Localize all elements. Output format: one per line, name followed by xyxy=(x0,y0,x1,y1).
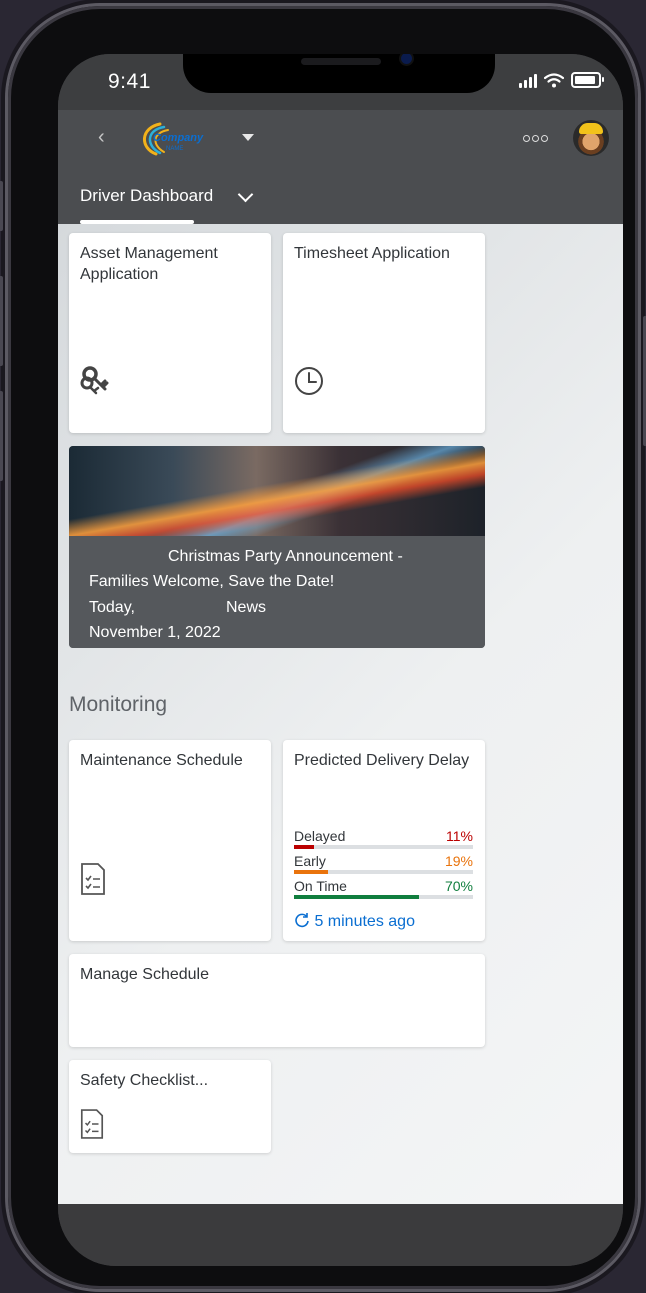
refresh-text: 5 minutes ago xyxy=(314,913,415,930)
volume-up-button xyxy=(0,276,3,366)
news-headline-line2: Families Welcome, Save the Date! xyxy=(89,573,335,590)
speaker-grille xyxy=(301,58,381,65)
news-day: Today, xyxy=(89,599,135,616)
checklist-icon xyxy=(80,1109,104,1139)
kpi-value: 70% xyxy=(444,878,473,894)
tile-title: Predicted Delivery Delay xyxy=(294,752,470,769)
tile-predicted-delivery-delay[interactable]: Predicted Delivery Delay Delayed 11% Ear… xyxy=(283,740,485,941)
kpi-label: Delayed xyxy=(294,828,346,844)
volume-down-button xyxy=(0,391,3,481)
tile-title: Maintenance Schedule xyxy=(80,752,243,769)
shell-bar: ‹ Company NAME xyxy=(58,110,623,166)
mute-switch xyxy=(0,181,3,231)
page-title[interactable]: Driver Dashboard xyxy=(80,186,213,206)
kpi-track xyxy=(294,870,473,874)
tile-timesheet[interactable]: Timesheet Application xyxy=(283,233,485,433)
logo-subtext: NAME xyxy=(166,146,184,152)
kpi-value: 19% xyxy=(444,853,473,869)
tile-container: Asset Management Application Timesheet A… xyxy=(58,224,623,1204)
status-time: 9:41 xyxy=(108,70,151,93)
caret-down-icon[interactable] xyxy=(242,134,254,141)
phone-screen: 9:41 ‹ Company NAME Driver Dashboard Ass… xyxy=(58,54,623,1266)
news-image xyxy=(69,446,485,536)
tile-title: Asset Management Application xyxy=(80,245,218,283)
kpi-value: 11% xyxy=(446,828,473,844)
front-camera xyxy=(401,54,412,64)
news-category: News xyxy=(226,599,267,616)
user-avatar[interactable] xyxy=(573,120,609,156)
clock-icon xyxy=(295,367,323,395)
kpi-track xyxy=(294,895,473,899)
kpi-on-time: On Time 70% xyxy=(294,878,473,899)
back-button[interactable]: ‹ xyxy=(98,126,105,149)
signal-icon xyxy=(519,73,537,88)
news-headline-line1: Christmas Party Announcement - xyxy=(168,548,403,565)
tile-title: Manage Schedule xyxy=(80,966,209,983)
kpi-bar xyxy=(294,895,420,899)
overflow-menu-icon[interactable] xyxy=(523,135,548,142)
kpi-early: Early 19% xyxy=(294,853,473,874)
page-header: Driver Dashboard xyxy=(58,166,623,224)
phone-frame: 9:41 ‹ Company NAME Driver Dashboard Ass… xyxy=(0,6,646,1289)
kpi-bar xyxy=(294,845,314,849)
refresh-status[interactable]: 5 minutes ago xyxy=(294,912,415,931)
tile-title: Timesheet Application xyxy=(294,245,450,262)
news-body: Christmas Party Announcement - Families … xyxy=(69,536,485,648)
checklist-icon xyxy=(81,863,105,895)
kpi-label: On Time xyxy=(294,878,347,894)
logo-text: Company xyxy=(153,132,204,144)
kpi-delayed: Delayed 11% xyxy=(294,828,473,849)
kpi-label: Early xyxy=(294,853,326,869)
notch xyxy=(183,54,495,93)
tile-safety-checklist[interactable]: Safety Checklist... xyxy=(69,1060,271,1153)
bottom-bar xyxy=(58,1204,623,1266)
status-icons xyxy=(519,72,604,88)
tile-title: Safety Checklist... xyxy=(80,1072,209,1089)
news-tile[interactable]: Christmas Party Announcement - Families … xyxy=(69,446,485,648)
section-title-monitoring: Monitoring xyxy=(69,693,168,716)
tile-maintenance-schedule[interactable]: Maintenance Schedule xyxy=(69,740,271,941)
kpi-bar xyxy=(294,870,328,874)
tile-manage-schedule[interactable]: Manage Schedule xyxy=(69,954,485,1047)
keys-icon xyxy=(80,366,109,395)
wifi-icon xyxy=(544,72,564,87)
news-date: November 1, 2022 xyxy=(89,624,221,641)
kpi-track xyxy=(294,845,473,849)
battery-icon xyxy=(571,72,604,88)
tile-asset-management[interactable]: Asset Management Application xyxy=(69,233,271,433)
chevron-down-icon[interactable] xyxy=(237,186,254,203)
refresh-icon xyxy=(295,913,309,928)
